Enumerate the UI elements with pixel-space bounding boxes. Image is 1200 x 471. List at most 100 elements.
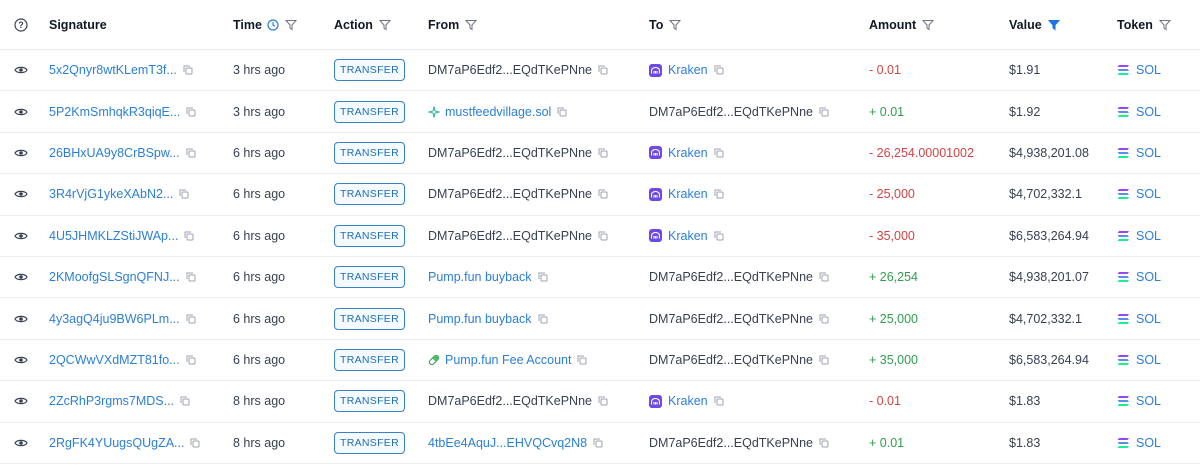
- token-link[interactable]: SOL: [1136, 394, 1161, 408]
- token-link[interactable]: SOL: [1136, 146, 1161, 160]
- sol-icon: [1117, 230, 1129, 241]
- signature-link[interactable]: 4U5JHMKLZStiJWAp...: [49, 229, 178, 243]
- from-address[interactable]: Pump.fun Fee Account: [445, 353, 571, 367]
- to-address: DM7aP6Edf2...EQdTKePNne: [649, 352, 813, 367]
- copy-icon[interactable]: [819, 314, 829, 324]
- value: $1.92: [1009, 104, 1041, 119]
- filter-icon[interactable]: [378, 19, 391, 31]
- from-address[interactable]: 4tbEe4AquJ...EHVQCvq2N8: [428, 436, 587, 450]
- to-address[interactable]: Kraken: [668, 187, 708, 201]
- copy-icon[interactable]: [819, 355, 829, 365]
- eye-icon[interactable]: [14, 257, 34, 297]
- from-address[interactable]: Pump.fun buyback: [428, 312, 532, 326]
- copy-icon[interactable]: [557, 107, 567, 117]
- time-ago: 8 hrs ago: [233, 394, 286, 409]
- copy-icon[interactable]: [538, 314, 548, 324]
- header-signature: Signature: [49, 17, 107, 32]
- signature-link[interactable]: 2QCWwVXdMZT81fo...: [49, 353, 180, 367]
- signature-link[interactable]: 4y3agQ4ju9BW6PLm...: [49, 312, 180, 326]
- filter-active-icon[interactable]: [1047, 19, 1060, 31]
- signature-link[interactable]: 2ZcRhP3rgms7MDS...: [49, 394, 174, 408]
- copy-icon[interactable]: [186, 272, 196, 282]
- copy-icon[interactable]: [714, 65, 724, 75]
- table-body: 5x2Qnyr8wtKLemT3f... 3 hrs ago TRANSFER …: [0, 50, 1200, 464]
- copy-icon[interactable]: [593, 438, 603, 448]
- sol-icon: [1117, 65, 1129, 76]
- action-badge: TRANSFER: [334, 224, 405, 247]
- copy-icon[interactable]: [186, 314, 196, 324]
- copy-icon[interactable]: [577, 355, 587, 365]
- amount: - 0.01: [869, 394, 901, 409]
- copy-icon[interactable]: [598, 396, 608, 406]
- copy-icon[interactable]: [186, 107, 196, 117]
- table-header: ? Signature Time Action From To Amount V…: [0, 0, 1200, 50]
- copy-icon[interactable]: [538, 272, 548, 282]
- copy-icon[interactable]: [598, 65, 608, 75]
- copy-icon[interactable]: [183, 65, 193, 75]
- copy-icon[interactable]: [179, 189, 189, 199]
- value: $1.83: [1009, 435, 1041, 450]
- filter-icon[interactable]: [465, 19, 478, 31]
- copy-icon[interactable]: [819, 272, 829, 282]
- action-badge: TRANSFER: [334, 431, 405, 454]
- copy-icon[interactable]: [714, 396, 724, 406]
- table-row: 26BHxUA9y8CrBSpw... 6 hrs ago TRANSFER D…: [0, 133, 1200, 175]
- token-link[interactable]: SOL: [1136, 270, 1161, 284]
- from-address[interactable]: mustfeedvillage.sol: [445, 105, 551, 119]
- header-action: Action: [334, 17, 373, 32]
- copy-icon[interactable]: [714, 148, 724, 158]
- signature-link[interactable]: 3R4rVjG1ykeXAbN2...: [49, 187, 173, 201]
- token-link[interactable]: SOL: [1136, 436, 1161, 450]
- token-link[interactable]: SOL: [1136, 312, 1161, 326]
- copy-icon[interactable]: [186, 355, 196, 365]
- eye-icon[interactable]: [14, 423, 34, 463]
- signature-link[interactable]: 2KMoofgSLSgnQFNJ...: [49, 270, 180, 284]
- signature-link[interactable]: 5P2KmSmhqkR3qiqE...: [49, 105, 180, 119]
- eye-icon[interactable]: [14, 340, 34, 380]
- time-ago: 6 hrs ago: [233, 187, 286, 202]
- eye-icon[interactable]: [14, 381, 34, 421]
- copy-icon[interactable]: [598, 148, 608, 158]
- header-time[interactable]: Time: [233, 18, 262, 32]
- eye-icon[interactable]: [14, 216, 34, 256]
- copy-icon[interactable]: [598, 189, 608, 199]
- to-address[interactable]: Kraken: [668, 229, 708, 243]
- eye-icon[interactable]: [14, 91, 34, 131]
- filter-icon[interactable]: [669, 19, 682, 31]
- copy-icon[interactable]: [819, 107, 829, 117]
- from-address[interactable]: Pump.fun buyback: [428, 270, 532, 284]
- copy-icon[interactable]: [598, 231, 608, 241]
- help-icon[interactable]: ?: [14, 0, 34, 49]
- table-row: 5P2KmSmhqkR3qiqE... 3 hrs ago TRANSFER m…: [0, 91, 1200, 133]
- token-link[interactable]: SOL: [1136, 63, 1161, 77]
- filter-icon[interactable]: [922, 19, 935, 31]
- copy-icon[interactable]: [714, 231, 724, 241]
- action-badge: TRANSFER: [334, 307, 405, 330]
- signature-link[interactable]: 2RgFK4YUugsQUgZA...: [49, 436, 184, 450]
- sol-icon: [1117, 106, 1129, 117]
- to-address[interactable]: Kraken: [668, 394, 708, 408]
- copy-icon[interactable]: [184, 231, 194, 241]
- copy-icon[interactable]: [186, 148, 196, 158]
- signature-link[interactable]: 5x2Qnyr8wtKLemT3f...: [49, 63, 177, 77]
- signature-link[interactable]: 26BHxUA9y8CrBSpw...: [49, 146, 180, 160]
- table-row: 4U5JHMKLZStiJWAp... 6 hrs ago TRANSFER D…: [0, 216, 1200, 257]
- copy-icon[interactable]: [180, 396, 190, 406]
- filter-icon[interactable]: [284, 19, 297, 31]
- to-address[interactable]: Kraken: [668, 63, 708, 77]
- token-link[interactable]: SOL: [1136, 105, 1161, 119]
- token-link[interactable]: SOL: [1136, 229, 1161, 243]
- filter-icon[interactable]: [1158, 19, 1171, 31]
- copy-icon[interactable]: [714, 189, 724, 199]
- header-token: Token: [1117, 17, 1153, 32]
- eye-icon[interactable]: [14, 298, 34, 338]
- eye-icon[interactable]: [14, 174, 34, 214]
- token-link[interactable]: SOL: [1136, 187, 1161, 201]
- clock-icon[interactable]: [267, 18, 279, 31]
- copy-icon[interactable]: [819, 438, 829, 448]
- eye-icon[interactable]: [14, 50, 34, 90]
- copy-icon[interactable]: [190, 438, 200, 448]
- eye-icon[interactable]: [14, 133, 34, 173]
- token-link[interactable]: SOL: [1136, 353, 1161, 367]
- to-address[interactable]: Kraken: [668, 146, 708, 160]
